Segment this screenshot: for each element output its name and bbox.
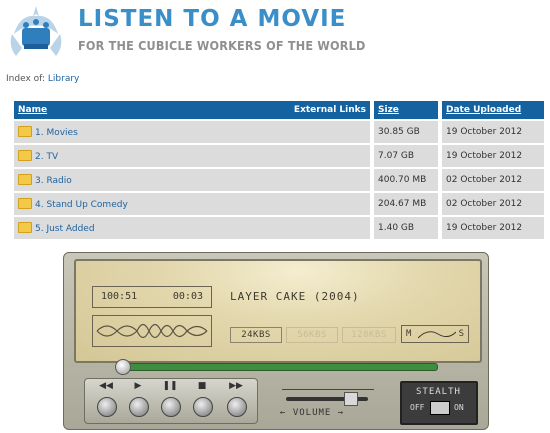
folder-link[interactable]: 4. Stand Up Comedy [35, 200, 128, 210]
folder-icon [18, 149, 32, 161]
table-row: 2. TV 7.07 GB 19 October 2012 [14, 145, 544, 167]
column-header-date[interactable]: Date Uploaded [442, 101, 544, 119]
mono-stereo-switch[interactable]: M S [401, 325, 469, 343]
stealth-label: STEALTH [416, 387, 461, 397]
media-player: 100:51 00:03 LAYER CAKE (2004) 24KBS 56K… [63, 252, 489, 430]
name-cell: 1. Movies [14, 121, 370, 143]
play-button[interactable] [129, 397, 149, 417]
site-subtitle: FOR THE CUBICLE WORKERS OF THE WORLD [78, 38, 366, 53]
breadcrumb-library-link[interactable]: Library [48, 74, 79, 84]
volume-scale [282, 381, 374, 390]
volume-label: ← VOLUME → [280, 408, 345, 418]
crown-logo-icon [10, 6, 62, 56]
stop-icon: ■ [197, 381, 207, 391]
breadcrumb-prefix: Index of: [6, 74, 46, 84]
playback-progress-bar[interactable] [116, 363, 438, 371]
name-cell: 2. TV [14, 145, 370, 167]
rewind-button[interactable] [97, 397, 117, 417]
site-title: LISTEN TO A MOVIE [78, 6, 347, 32]
pause-icon: ❚❚ [162, 381, 178, 391]
external-links-header: External Links [293, 105, 366, 115]
stereo-label: S [458, 329, 464, 339]
folder-link[interactable]: 2. TV [35, 152, 58, 162]
table-row: 5. Just Added 1.40 GB 19 October 2012 [14, 217, 544, 239]
date-cell: 19 October 2012 [442, 217, 544, 239]
size-cell: 400.70 MB [374, 169, 438, 191]
folder-link[interactable]: 5. Just Added [35, 224, 95, 234]
stealth-switch[interactable]: STEALTH OFF ON [400, 381, 478, 425]
date-cell: 02 October 2012 [442, 169, 544, 191]
rate-128kbs-button[interactable]: 128KBS [342, 327, 396, 343]
rate-24kbs-button[interactable]: 24KBS [230, 327, 282, 343]
breadcrumb: Index of: Library [6, 74, 79, 84]
size-cell: 1.40 GB [374, 217, 438, 239]
player-display: 100:51 00:03 LAYER CAKE (2004) 24KBS 56K… [74, 259, 482, 363]
folder-icon [18, 221, 32, 233]
now-playing-title: LAYER CAKE (2004) [230, 290, 360, 303]
playback-scrubber[interactable] [115, 359, 132, 375]
fast-forward-icon: ▶▶ [229, 381, 243, 391]
stealth-on-label: ON [454, 403, 464, 412]
name-header-label[interactable]: Name [18, 105, 47, 115]
folder-icon [18, 173, 32, 185]
name-cell: 5. Just Added [14, 217, 370, 239]
waveform-icon [92, 315, 212, 347]
pause-button[interactable] [161, 397, 181, 417]
size-cell: 7.07 GB [374, 145, 438, 167]
time-elapsed: 100:51 [101, 291, 138, 302]
table-row: 1. Movies 30.85 GB 19 October 2012 [14, 121, 544, 143]
folder-link[interactable]: 3. Radio [35, 176, 72, 186]
date-cell: 19 October 2012 [442, 145, 544, 167]
rewind-icon: ◀◀ [99, 381, 113, 391]
transport-controls: ◀◀ ▶ ❚❚ ■ ▶▶ [84, 378, 258, 424]
volume-slider-handle[interactable] [343, 392, 358, 406]
time-display: 100:51 00:03 [92, 286, 212, 308]
table-row: 4. Stand Up Comedy 204.67 MB 02 October … [14, 193, 544, 215]
stop-button[interactable] [193, 397, 213, 417]
mono-label: M [406, 329, 412, 339]
size-cell: 204.67 MB [374, 193, 438, 215]
file-listing-table: Name External Links Size Date Uploaded 1… [10, 99, 548, 241]
column-header-size[interactable]: Size [374, 101, 438, 119]
folder-icon [18, 197, 32, 209]
column-header-name[interactable]: Name External Links [14, 101, 370, 119]
name-cell: 3. Radio [14, 169, 370, 191]
rate-56kbs-button[interactable]: 56KBS [286, 327, 338, 343]
table-row: 3. Radio 400.70 MB 02 October 2012 [14, 169, 544, 191]
folder-link[interactable]: 1. Movies [35, 128, 78, 138]
date-cell: 19 October 2012 [442, 121, 544, 143]
name-cell: 4. Stand Up Comedy [14, 193, 370, 215]
fast-forward-button[interactable] [227, 397, 247, 417]
stealth-off-label: OFF [410, 403, 425, 412]
play-icon: ▶ [134, 381, 142, 391]
date-cell: 02 October 2012 [442, 193, 544, 215]
balance-curve-icon [418, 331, 456, 339]
stealth-toggle[interactable] [430, 401, 450, 415]
size-cell: 30.85 GB [374, 121, 438, 143]
time-remaining: 00:03 [172, 291, 203, 302]
folder-icon [18, 125, 32, 137]
